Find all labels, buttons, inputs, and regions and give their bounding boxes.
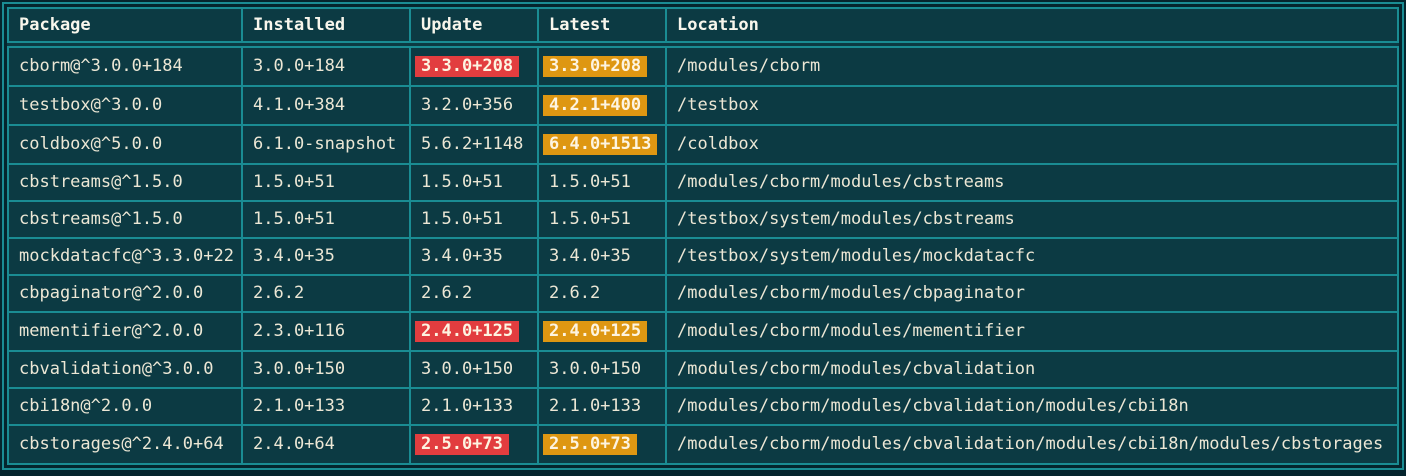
- cell-update: 3.4.0+35: [410, 238, 538, 275]
- terminal-frame: Package Installed Update Latest Location…: [2, 2, 1404, 470]
- cell-package: mementifier@^2.0.0: [8, 312, 242, 351]
- cell-package: testbox@^3.0.0: [8, 86, 242, 125]
- update-version-badge: 2.1.0+133: [421, 397, 513, 416]
- cell-latest: 2.4.0+125: [538, 312, 666, 351]
- table-row: mementifier@^2.0.0 2.3.0+116 2.4.0+125 2…: [8, 312, 1398, 351]
- table-row: coldbox@^5.0.0 6.1.0-snapshot 5.6.2+1148…: [8, 125, 1398, 164]
- cell-installed: 3.0.0+184: [242, 45, 410, 87]
- cell-update: 3.3.0+208: [410, 45, 538, 87]
- table-row: cbstorages@^2.4.0+64 2.4.0+64 2.5.0+73 2…: [8, 425, 1398, 464]
- update-version-badge: 3.2.0+356: [421, 96, 513, 115]
- cell-latest: 3.4.0+35: [538, 238, 666, 275]
- latest-version-badge: 6.4.0+1513: [543, 134, 657, 155]
- cell-update: 2.4.0+125: [410, 312, 538, 351]
- latest-version-badge: 1.5.0+51: [549, 210, 631, 229]
- cell-update: 1.5.0+51: [410, 164, 538, 201]
- table-row: cbvalidation@^3.0.0 3.0.0+150 3.0.0+150 …: [8, 351, 1398, 388]
- cell-latest: 6.4.0+1513: [538, 125, 666, 164]
- table-row: cbstreams@^1.5.0 1.5.0+51 1.5.0+51 1.5.0…: [8, 201, 1398, 238]
- update-version-badge: 1.5.0+51: [421, 173, 503, 192]
- cell-installed: 2.4.0+64: [242, 425, 410, 464]
- cell-package: cbstorages@^2.4.0+64: [8, 425, 242, 464]
- cell-installed: 2.6.2: [242, 275, 410, 312]
- latest-version-badge: 2.1.0+133: [549, 397, 641, 416]
- cell-update: 1.5.0+51: [410, 201, 538, 238]
- column-header-update: Update: [410, 8, 538, 45]
- table-row: cbi18n@^2.0.0 2.1.0+133 2.1.0+133 2.1.0+…: [8, 388, 1398, 425]
- cell-update: 3.0.0+150: [410, 351, 538, 388]
- latest-version-badge: 3.3.0+208: [543, 56, 647, 77]
- table-row: cbstreams@^1.5.0 1.5.0+51 1.5.0+51 1.5.0…: [8, 164, 1398, 201]
- cell-location: /coldbox: [666, 125, 1398, 164]
- cell-latest: 3.3.0+208: [538, 45, 666, 87]
- cell-installed: 2.1.0+133: [242, 388, 410, 425]
- cell-installed: 4.1.0+384: [242, 86, 410, 125]
- latest-version-badge: 1.5.0+51: [549, 173, 631, 192]
- update-version-badge: 2.6.2: [421, 284, 472, 303]
- cell-latest: 1.5.0+51: [538, 164, 666, 201]
- cell-package: coldbox@^5.0.0: [8, 125, 242, 164]
- column-header-location: Location: [666, 8, 1398, 45]
- latest-version-badge: 3.0.0+150: [549, 360, 641, 379]
- cell-package: cbstreams@^1.5.0: [8, 164, 242, 201]
- column-header-latest: Latest: [538, 8, 666, 45]
- cell-location: /modules/cborm: [666, 45, 1398, 87]
- cell-location: /modules/cborm/modules/cbvalidation/modu…: [666, 388, 1398, 425]
- update-version-badge: 2.4.0+125: [415, 321, 519, 342]
- update-version-badge: 3.3.0+208: [415, 56, 519, 77]
- cell-location: /modules/cborm/modules/mementifier: [666, 312, 1398, 351]
- table-row: mockdatacfc@^3.3.0+22 3.4.0+35 3.4.0+35 …: [8, 238, 1398, 275]
- cell-update: 2.1.0+133: [410, 388, 538, 425]
- cell-package: cbstreams@^1.5.0: [8, 201, 242, 238]
- cell-location: /testbox/system/modules/cbstreams: [666, 201, 1398, 238]
- cell-installed: 3.0.0+150: [242, 351, 410, 388]
- table-row: cborm@^3.0.0+184 3.0.0+184 3.3.0+208 3.3…: [8, 45, 1398, 87]
- column-header-installed: Installed: [242, 8, 410, 45]
- latest-version-badge: 3.4.0+35: [549, 247, 631, 266]
- update-version-badge: 2.5.0+73: [415, 434, 509, 455]
- cell-latest: 3.0.0+150: [538, 351, 666, 388]
- cell-update: 2.6.2: [410, 275, 538, 312]
- cell-package: cbi18n@^2.0.0: [8, 388, 242, 425]
- cell-location: /modules/cborm/modules/cbvalidation: [666, 351, 1398, 388]
- cell-installed: 3.4.0+35: [242, 238, 410, 275]
- cell-latest: 2.5.0+73: [538, 425, 666, 464]
- column-header-package: Package: [8, 8, 242, 45]
- header-row: Package Installed Update Latest Location: [8, 8, 1398, 45]
- cell-latest: 2.6.2: [538, 275, 666, 312]
- update-version-badge: 1.5.0+51: [421, 210, 503, 229]
- table-row: cbpaginator@^2.0.0 2.6.2 2.6.2 2.6.2 /mo…: [8, 275, 1398, 312]
- latest-version-badge: 4.2.1+400: [543, 95, 647, 116]
- cell-location: /testbox/system/modules/mockdatacfc: [666, 238, 1398, 275]
- update-version-badge: 3.4.0+35: [421, 247, 503, 266]
- cell-latest: 4.2.1+400: [538, 86, 666, 125]
- cell-package: mockdatacfc@^3.3.0+22: [8, 238, 242, 275]
- cell-update: 5.6.2+1148: [410, 125, 538, 164]
- cell-installed: 1.5.0+51: [242, 164, 410, 201]
- cell-package: cbvalidation@^3.0.0: [8, 351, 242, 388]
- cell-location: /testbox: [666, 86, 1398, 125]
- cell-installed: 1.5.0+51: [242, 201, 410, 238]
- latest-version-badge: 2.4.0+125: [543, 321, 647, 342]
- cell-location: /modules/cborm/modules/cbvalidation/modu…: [666, 425, 1398, 464]
- cell-location: /modules/cborm/modules/cbpaginator: [666, 275, 1398, 312]
- latest-version-badge: 2.6.2: [549, 284, 600, 303]
- latest-version-badge: 2.5.0+73: [543, 434, 637, 455]
- cell-package: cborm@^3.0.0+184: [8, 45, 242, 87]
- cell-update: 2.5.0+73: [410, 425, 538, 464]
- package-outdated-table: Package Installed Update Latest Location…: [7, 7, 1399, 465]
- update-version-badge: 3.0.0+150: [421, 360, 513, 379]
- cell-update: 3.2.0+356: [410, 86, 538, 125]
- cell-latest: 2.1.0+133: [538, 388, 666, 425]
- cell-installed: 2.3.0+116: [242, 312, 410, 351]
- cell-latest: 1.5.0+51: [538, 201, 666, 238]
- update-version-badge: 5.6.2+1148: [421, 135, 523, 154]
- table-row: testbox@^3.0.0 4.1.0+384 3.2.0+356 4.2.1…: [8, 86, 1398, 125]
- cell-package: cbpaginator@^2.0.0: [8, 275, 242, 312]
- cell-installed: 6.1.0-snapshot: [242, 125, 410, 164]
- cell-location: /modules/cborm/modules/cbstreams: [666, 164, 1398, 201]
